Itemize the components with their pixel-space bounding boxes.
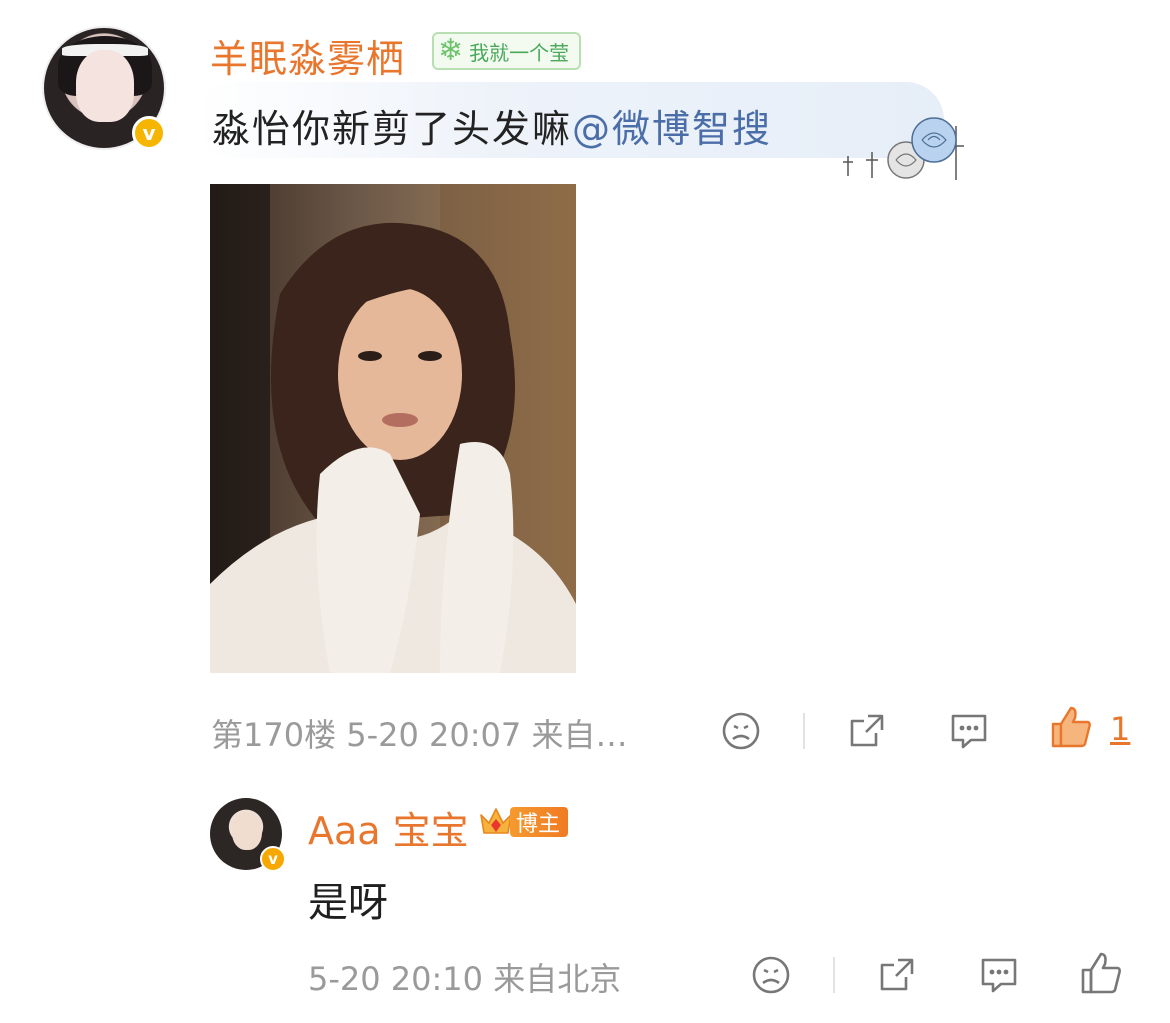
fan-badge-label: 我就一个莹 bbox=[469, 40, 570, 65]
comment-body: 淼怡你新剪了头发嘛 bbox=[212, 107, 573, 151]
portrait-image bbox=[210, 184, 576, 673]
fan-badge[interactable]: ❄ 我就一个莹 bbox=[432, 32, 582, 70]
comment-thread: v 羊眠淼雾栖 ❄ 我就一个莹 淼怡你新剪了头发嘛@微博智搜 第170楼 5-2… bbox=[0, 0, 1170, 1023]
comment-photo[interactable] bbox=[210, 184, 576, 673]
divider bbox=[803, 713, 805, 749]
mention-link[interactable]: @微博智搜 bbox=[572, 107, 772, 151]
share-icon[interactable] bbox=[874, 952, 920, 998]
like-count[interactable]: 1 bbox=[1110, 710, 1130, 748]
reply-text: 是呀 bbox=[308, 880, 388, 926]
verified-icon: v bbox=[132, 116, 166, 150]
like-thumb-icon[interactable] bbox=[1078, 950, 1124, 996]
blogger-badge[interactable]: 博主 bbox=[476, 804, 574, 840]
dislike-face-icon[interactable] bbox=[718, 708, 764, 754]
comment-icon[interactable] bbox=[946, 708, 992, 754]
reply-username[interactable]: Aaa 宝宝 bbox=[308, 800, 469, 855]
divider bbox=[833, 957, 835, 993]
snowflake-icon: ❄ bbox=[438, 33, 464, 68]
verified-icon: v bbox=[260, 846, 286, 872]
comment-meta: 第170楼 5-20 20:07 来自… bbox=[211, 716, 628, 754]
comment-username[interactable]: 羊眠淼雾栖 bbox=[210, 28, 405, 83]
dislike-face-icon[interactable] bbox=[748, 952, 794, 998]
comment-text: 淼怡你新剪了头发嘛@微博智搜 bbox=[212, 98, 772, 153]
rose-decoration-icon bbox=[843, 117, 964, 180]
like-thumb-icon[interactable] bbox=[1048, 704, 1094, 750]
reply-meta: 5-20 20:10 来自北京 bbox=[308, 960, 622, 998]
comment-icon[interactable] bbox=[976, 952, 1022, 998]
blogger-badge-label: 博主 bbox=[510, 807, 569, 837]
share-icon[interactable] bbox=[844, 708, 890, 754]
